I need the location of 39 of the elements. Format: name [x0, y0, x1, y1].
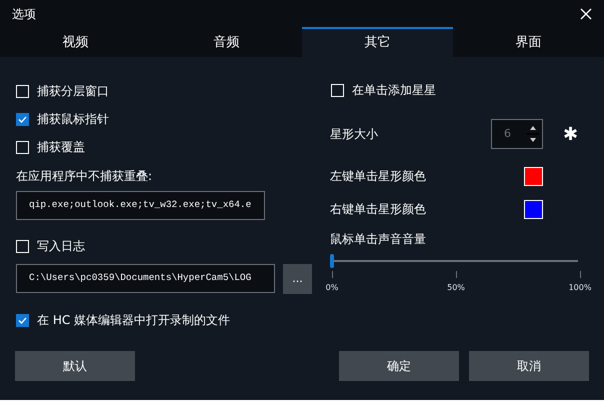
- color-swatch[interactable]: [524, 200, 543, 218]
- tab[interactable]: 界面: [453, 27, 604, 57]
- color-swatch[interactable]: [524, 166, 543, 186]
- cancel-button[interactable]: 取消: [469, 351, 589, 381]
- volume-slider[interactable]: [330, 254, 580, 268]
- color-label: 右键单击星形颜色: [330, 201, 427, 218]
- checkbox-label: 捕获分层窗口: [37, 83, 109, 100]
- field-label: 在应用程序中不捕获重叠:: [16, 168, 154, 185]
- color-label: 左键单击星形颜色: [330, 168, 427, 185]
- checkbox-label: 捕获鼠标指针: [37, 111, 109, 128]
- slider-thumb[interactable]: [330, 254, 334, 268]
- ok-button[interactable]: 确定: [339, 351, 459, 381]
- checkbox-label: 在单击添加星星: [352, 82, 436, 99]
- text-field[interactable]: qip.exe;outlook.exe;tv_w32.exe;tv_x64.e: [16, 191, 265, 220]
- checkbox-label: 在 HC 媒体编辑器中打开录制的文件: [37, 312, 230, 329]
- path-field[interactable]: C:\Users\pc0359\Documents\HyperCam5\LOG: [16, 264, 275, 293]
- tick-label: 100%: [568, 282, 592, 294]
- checkbox[interactable]: [16, 314, 29, 326]
- tab[interactable]: 其它: [302, 27, 453, 57]
- field-label: 鼠标单击声音音量: [330, 231, 427, 248]
- checkbox-label: 写入日志: [37, 238, 85, 255]
- number-spinner[interactable]: 6: [491, 119, 543, 149]
- checkbox[interactable]: [16, 112, 29, 126]
- tick-label: 50%: [447, 282, 465, 294]
- checkbox[interactable]: [331, 84, 344, 96]
- field-label: 星形大小: [330, 126, 379, 143]
- checkbox[interactable]: [16, 84, 29, 98]
- tab[interactable]: 音频: [151, 27, 302, 57]
- checkbox[interactable]: [16, 140, 29, 154]
- checkbox-label: 捕获覆盖: [37, 139, 85, 156]
- star-symbol: ✱: [563, 122, 578, 146]
- window-title: 选项: [12, 6, 36, 22]
- tab[interactable]: 视频: [0, 27, 151, 57]
- browse-button[interactable]: ...: [283, 264, 312, 294]
- default-button[interactable]: 默认: [15, 351, 135, 381]
- spinner-arrows-icon[interactable]: [527, 124, 539, 144]
- tick-label: 0%: [326, 282, 338, 294]
- close-icon[interactable]: [580, 8, 592, 20]
- checkbox[interactable]: [16, 240, 29, 252]
